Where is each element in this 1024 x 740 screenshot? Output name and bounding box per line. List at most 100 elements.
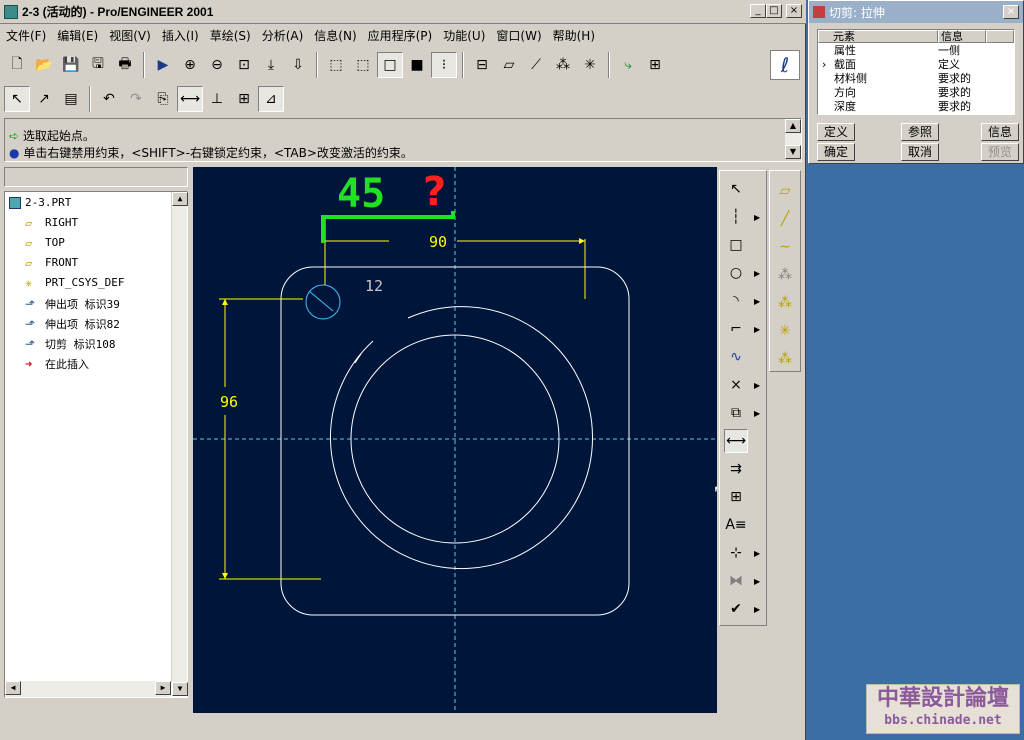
table-row[interactable]: 方向 要求的 (818, 86, 1014, 100)
menu-applications[interactable]: 应用程序(P) (368, 27, 433, 44)
tree-item-right[interactable]: ▱ RIGHT (25, 216, 78, 229)
wireframe-icon[interactable]: ⬚ (323, 52, 349, 78)
dimension-icon[interactable]: ⟷ (724, 429, 748, 453)
dim-90-label[interactable]: 90 (429, 233, 447, 251)
new-file-icon[interactable]: 🗋 (4, 52, 30, 78)
redo-icon[interactable]: ↷ (123, 86, 149, 112)
csys-icon[interactable]: ✳ (773, 319, 797, 343)
flyout-arrow-icon[interactable]: ▶ (754, 577, 760, 586)
modify-icon[interactable]: ⇉ (724, 457, 748, 481)
table-row[interactable]: 属性 一侧 (818, 44, 1014, 58)
flyout-arrow-icon[interactable]: ▶ (754, 409, 760, 418)
model-tree-toggle-icon[interactable]: ⁝ (431, 52, 457, 78)
dim-96-label[interactable]: 96 (220, 393, 238, 411)
scroll-down-icon[interactable]: ▼ (785, 145, 801, 159)
tree-item-cut-108[interactable]: ⬏ 切剪 标识108 (25, 336, 116, 352)
menu-info[interactable]: 信息(N) (314, 27, 356, 44)
message-scrollbar[interactable]: ▲ ▼ (785, 119, 801, 161)
menu-sketch[interactable]: 草绘(S) (210, 27, 251, 44)
repaint-icon[interactable]: ▶ (150, 52, 176, 78)
tree-item-protrusion-82[interactable]: ⬏ 伸出项 标识82 (25, 316, 120, 332)
menu-analysis[interactable]: 分析(A) (262, 27, 304, 44)
flyout-arrow-icon[interactable]: ▶ (754, 549, 760, 558)
hidden-line-icon[interactable]: ⬚ (350, 52, 376, 78)
no-hidden-icon[interactable]: □ (377, 52, 403, 78)
undo-icon[interactable]: ↶ (96, 86, 122, 112)
pick-many-icon[interactable]: ↗ (31, 86, 57, 112)
datum-axis-icon[interactable]: ⟋ (523, 52, 549, 78)
flyout-arrow-icon[interactable]: ▶ (754, 297, 760, 306)
constraint-display-icon[interactable]: ⊥ (204, 86, 230, 112)
rectangle-icon[interactable]: □ (724, 233, 748, 257)
info-button[interactable]: 信息 (981, 123, 1019, 141)
save-icon[interactable]: 💾 (58, 52, 84, 78)
minimize-button[interactable]: _ (750, 4, 766, 18)
dim-12-label[interactable]: 12 (365, 277, 383, 295)
datum-axis-icon[interactable]: ╱ (773, 207, 797, 231)
tree-item-front[interactable]: ▱ FRONT (25, 256, 78, 269)
regenerate-icon[interactable]: ⎘ (150, 86, 176, 112)
tree-item-insert-here[interactable]: ➜ 在此插入 (25, 356, 89, 372)
menu-utilities[interactable]: 功能(U) (443, 27, 485, 44)
select-arrow-icon[interactable]: ↖ (4, 86, 30, 112)
constraints-icon[interactable]: ⊞ (724, 485, 748, 509)
analysis-icon[interactable]: ⁂ (773, 347, 797, 371)
use-edge-icon[interactable]: ⧉ (724, 401, 748, 425)
datum-plane-icon[interactable]: ▱ (773, 179, 797, 203)
flyout-arrow-icon[interactable]: ▶ (754, 325, 760, 334)
table-row[interactable]: 材料侧 要求的 (818, 72, 1014, 86)
select-icon[interactable]: ↖ (724, 177, 748, 201)
save-copy-icon[interactable]: 🖫 (85, 52, 111, 78)
spline-icon[interactable]: ∿ (724, 345, 748, 369)
close-button[interactable]: × (786, 4, 802, 18)
table-row[interactable]: 深度 要求的 (818, 100, 1014, 114)
flyout-arrow-icon[interactable]: ▶ (754, 381, 760, 390)
point-icon[interactable]: × (724, 373, 748, 397)
datum-point-icon[interactable]: ⁂ (773, 263, 797, 287)
done-check-icon[interactable]: ✔ (724, 597, 748, 621)
scroll-down-icon[interactable]: ▼ (172, 682, 188, 696)
cancel-button[interactable]: 取消 (901, 143, 939, 161)
shading-icon[interactable]: ■ (404, 52, 430, 78)
menu-insert[interactable]: 插入(I) (162, 27, 199, 44)
mirror-icon[interactable]: ⧓ (724, 569, 748, 593)
centerline-icon[interactable]: ┆ (724, 205, 748, 229)
scroll-up-icon[interactable]: ▲ (785, 119, 801, 133)
maximize-button[interactable]: □ (766, 4, 782, 18)
orient-icon[interactable]: ⤓ (258, 52, 284, 78)
text-icon[interactable]: A≡ (724, 513, 748, 537)
dim-display-icon[interactable]: ⟷ (177, 86, 203, 112)
datum-point-offset-icon[interactable]: ⁂ (773, 291, 797, 315)
preview-button[interactable]: 预览 (981, 143, 1019, 161)
open-folder-icon[interactable]: 📂 (31, 52, 57, 78)
context-help-icon[interactable]: ℓ (770, 50, 800, 80)
csys-icon[interactable]: ✳ (577, 52, 603, 78)
menu-view[interactable]: 视图(V) (109, 27, 151, 44)
flyout-arrow-icon[interactable]: ▶ (754, 213, 760, 222)
graphics-window[interactable]: 90 96 12 45 ? ↖ (193, 167, 717, 713)
scroll-left-icon[interactable]: ◀ (5, 681, 21, 695)
table-row[interactable]: › 截面 定义 (818, 58, 1014, 72)
tree-item-top[interactable]: ▱ TOP (25, 236, 65, 249)
datum-display-icon[interactable]: ⊟ (469, 52, 495, 78)
trim-icon[interactable]: ⊹ (724, 541, 748, 565)
tree-item-csys[interactable]: ✳ PRT_CSYS_DEF (25, 276, 124, 289)
datum-curve-icon[interactable]: ∼ (773, 235, 797, 259)
zoom-in-icon[interactable]: ⊕ (177, 52, 203, 78)
flyout-arrow-icon[interactable]: ▶ (754, 605, 760, 614)
ok-button[interactable]: 确定 (817, 143, 855, 161)
grid-display-icon[interactable]: ⊞ (231, 86, 257, 112)
datum-point-icon[interactable]: ⁂ (550, 52, 576, 78)
tree-horizontal-scrollbar[interactable]: ◀ ▶ (5, 681, 171, 697)
tree-item-protrusion-39[interactable]: ⬏ 伸出项 标识39 (25, 296, 120, 312)
fillet-icon[interactable]: ⌐ (724, 317, 748, 341)
corner-circle[interactable] (305, 284, 341, 320)
spin-center-icon[interactable]: ⤷ (615, 52, 641, 78)
sketch-canvas[interactable]: 90 96 12 45 ? (193, 167, 717, 713)
zoom-out-icon[interactable]: ⊖ (204, 52, 230, 78)
print-icon[interactable]: 🖶 (112, 52, 138, 78)
menu-file[interactable]: 文件(F) (6, 27, 46, 44)
menu-edit[interactable]: 编辑(E) (57, 27, 98, 44)
sketch-setup-icon[interactable]: ▤ (58, 86, 84, 112)
refit-icon[interactable]: ⊡ (231, 52, 257, 78)
